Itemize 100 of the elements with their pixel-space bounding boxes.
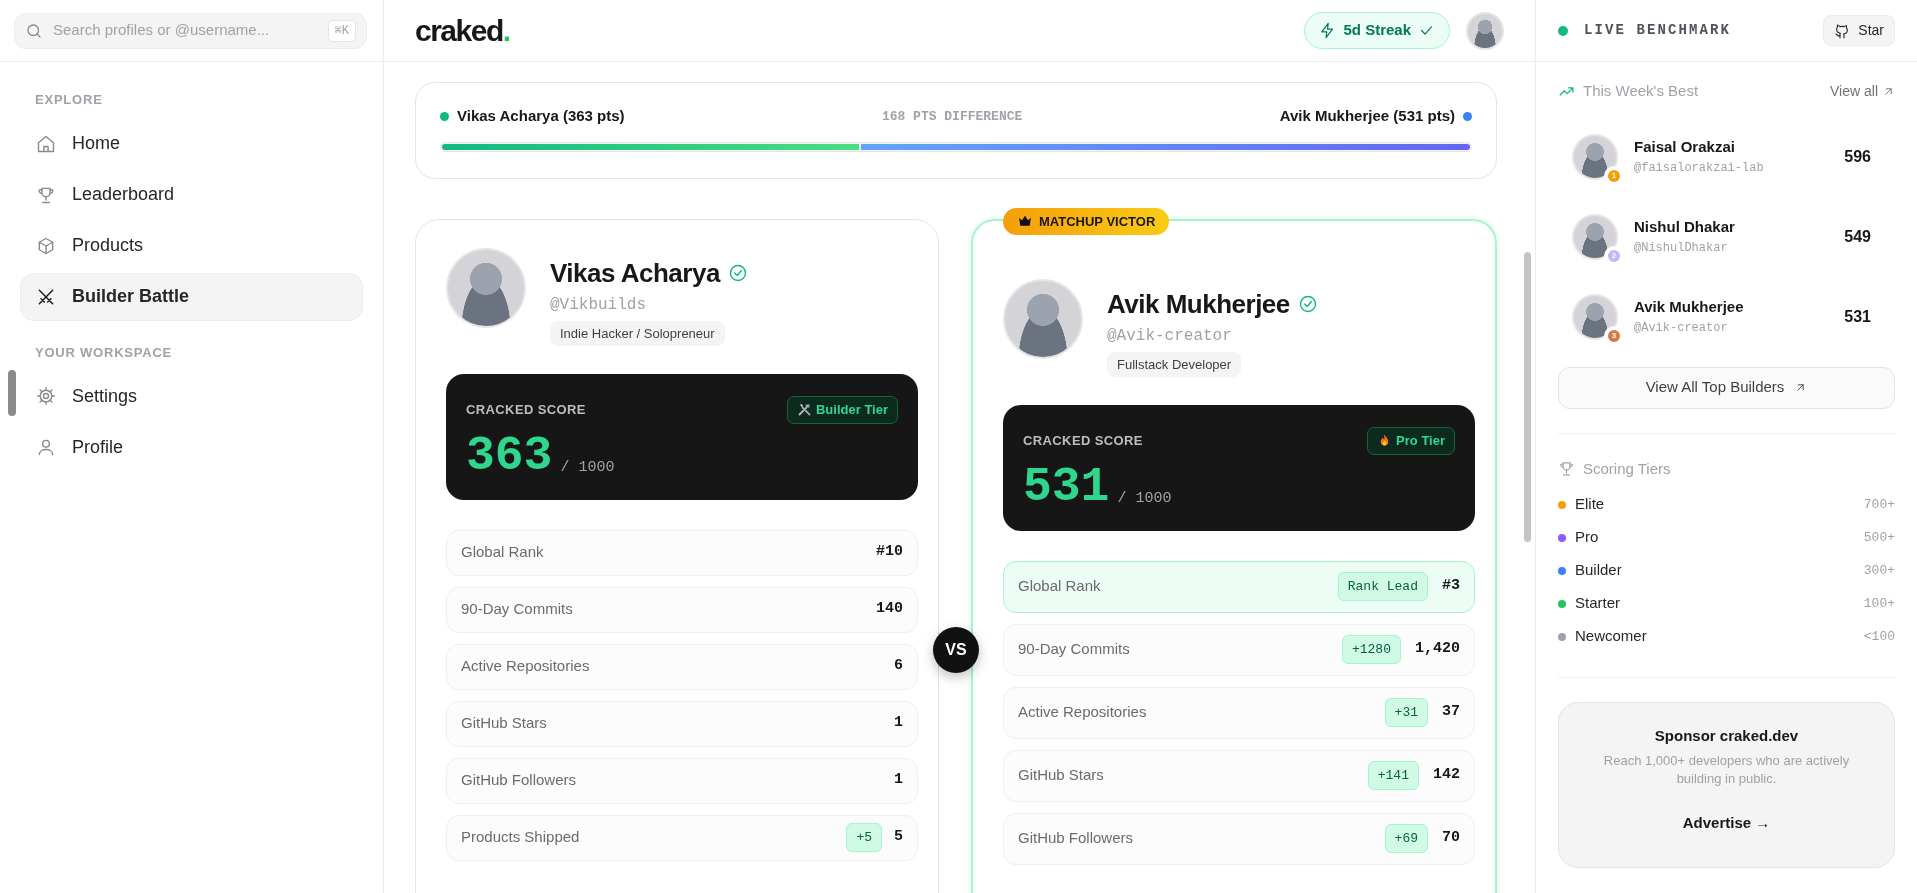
- delta-tag: +31: [1384, 697, 1428, 728]
- section-heading: Scoring Tiers: [1583, 458, 1671, 479]
- tier-name: Pro: [1575, 527, 1599, 548]
- trophy-icon: [1558, 460, 1575, 478]
- stat-value: #3: [1442, 576, 1460, 597]
- view-all-builders-button[interactable]: View All Top Builders: [1558, 366, 1895, 409]
- stat-label: Products Shipped: [461, 827, 580, 848]
- nav-item[interactable]: Builder Battle: [20, 272, 363, 321]
- scrollbar-thumb[interactable]: [8, 370, 16, 416]
- stat-label: GitHub Followers: [461, 770, 577, 791]
- player-score-label: Vikas Acharya (363 pts): [457, 106, 625, 126]
- player-handle: @Avik-creator: [1107, 325, 1233, 347]
- settings-icon: [36, 386, 56, 406]
- nav-item[interactable]: Products: [20, 221, 363, 270]
- sponsor-title: Sponsor craked.dev: [1653, 726, 1800, 746]
- shortcut-hint: ⌘K: [327, 19, 356, 42]
- stat-value: 5: [894, 827, 903, 848]
- score-value: 531: [1023, 462, 1110, 511]
- score-max: / 1000: [560, 458, 615, 478]
- stat-value: #10: [876, 542, 903, 563]
- delta-tag: Rank Lead: [1337, 571, 1428, 602]
- builder-score: 531: [1844, 306, 1872, 327]
- tier-name: Elite: [1575, 494, 1605, 515]
- live-label: LIVE BENCHMARK: [1584, 21, 1732, 40]
- medal-badge: 3: [1608, 329, 1620, 342]
- delta-tag: +1280: [1341, 634, 1401, 665]
- builder-handle: @faisalorakzai-lab: [1634, 159, 1764, 177]
- tier-range: 300+: [1863, 561, 1895, 580]
- stat-value: 1: [894, 713, 903, 734]
- builder-handle: @Avik-creator: [1634, 319, 1729, 337]
- search-input[interactable]: Search profiles or @username...: [51, 18, 320, 43]
- stat-label: Global Rank: [461, 542, 544, 563]
- stat-label: GitHub Followers: [1018, 828, 1134, 849]
- nav-item[interactable]: Home: [20, 119, 363, 168]
- status-dot: [440, 111, 449, 121]
- builder-name[interactable]: Faisal Orakzai: [1634, 136, 1764, 159]
- tier-range: <100: [1863, 627, 1895, 646]
- player-handle: @Vikbuilds: [550, 294, 647, 316]
- tools-icon: [797, 402, 812, 418]
- cube-icon: [36, 235, 56, 256]
- stat-label: Global Rank: [1018, 576, 1101, 597]
- difference-label: 168 PTS DIFFERENCE: [881, 107, 1023, 126]
- nav-item[interactable]: Profile: [20, 423, 363, 471]
- victor-badge: MATCHUP VICTOR: [1003, 207, 1170, 235]
- role-tag: Indie Hacker / Solopreneur: [550, 320, 725, 346]
- stat-value: 1: [894, 770, 903, 791]
- tier-range: 100+: [1863, 594, 1895, 613]
- nav-item[interactable]: Settings: [20, 372, 363, 420]
- user-icon: [36, 437, 56, 457]
- player-score-label: Avik Mukherjee (531 pts): [1279, 106, 1455, 126]
- github-icon: [1834, 22, 1851, 39]
- stat-label: 90-Day Commits: [1018, 639, 1130, 660]
- delta-tag: +141: [1367, 760, 1419, 791]
- stat-value: 6: [894, 656, 903, 677]
- player-name: Vikas Acharya: [550, 256, 720, 290]
- sponsor-text: Reach 1,000+ developers who are actively building in public.: [1602, 751, 1851, 789]
- tier-range: 700+: [1863, 495, 1895, 514]
- stat-value: 140: [876, 599, 903, 620]
- scrollbar-thumb[interactable]: [1524, 252, 1531, 542]
- medal-badge: 1: [1608, 169, 1620, 182]
- score-max: / 1000: [1117, 489, 1172, 509]
- stat-label: 90-Day Commits: [461, 599, 573, 620]
- avatar-placeholder[interactable]: [1572, 133, 1618, 180]
- section-heading: EXPLORE: [34, 91, 104, 109]
- avatar-placeholder[interactable]: [1572, 213, 1618, 260]
- player-name: Avik Mukherjee: [1107, 287, 1290, 321]
- builder-handle: @NishulDhakar: [1634, 239, 1729, 257]
- vs-marker: VS: [933, 626, 979, 673]
- stat-label: GitHub Stars: [1018, 765, 1104, 786]
- live-dot: [1558, 25, 1568, 36]
- builder-name[interactable]: Nishul Dhakar: [1634, 216, 1735, 239]
- status-dot: [1463, 111, 1472, 121]
- star-button[interactable]: Star: [1823, 15, 1895, 46]
- section-heading: YOUR WORKSPACE: [34, 343, 174, 362]
- view-all-link[interactable]: View all: [1830, 80, 1895, 102]
- avatar-placeholder[interactable]: [1572, 293, 1618, 340]
- tier-name: Newcomer: [1575, 626, 1647, 647]
- advertise-link[interactable]: Advertise →: [1682, 814, 1771, 832]
- medal-badge: 2: [1608, 249, 1620, 262]
- tier-range: 500+: [1863, 528, 1895, 547]
- builder-score: 596: [1844, 146, 1872, 167]
- home-icon: [36, 133, 56, 154]
- tier-name: Starter: [1575, 593, 1620, 614]
- delta-tag: +5: [846, 822, 882, 853]
- builder-name[interactable]: Avik Mukherjee: [1634, 296, 1744, 319]
- stat-label: Active Repositories: [1018, 702, 1147, 723]
- tier-name: Builder: [1575, 560, 1622, 581]
- avatar-placeholder[interactable]: [1466, 11, 1504, 50]
- score-label: CRACKED SCORE: [466, 401, 586, 419]
- stat-value: 1,420: [1415, 639, 1460, 660]
- builder-score: 549: [1844, 226, 1872, 247]
- logo: craked.: [415, 13, 510, 49]
- stat-label: GitHub Stars: [461, 713, 547, 734]
- stat-value: 70: [1442, 828, 1460, 849]
- section-heading: This Week's Best: [1583, 81, 1699, 101]
- score-label: CRACKED SCORE: [1023, 432, 1143, 450]
- nav-item[interactable]: Leaderboard: [20, 170, 363, 219]
- tier-badge: Builder Tier: [787, 396, 898, 424]
- delta-tag: +69: [1384, 823, 1428, 854]
- stat-label: Active Repositories: [461, 656, 590, 677]
